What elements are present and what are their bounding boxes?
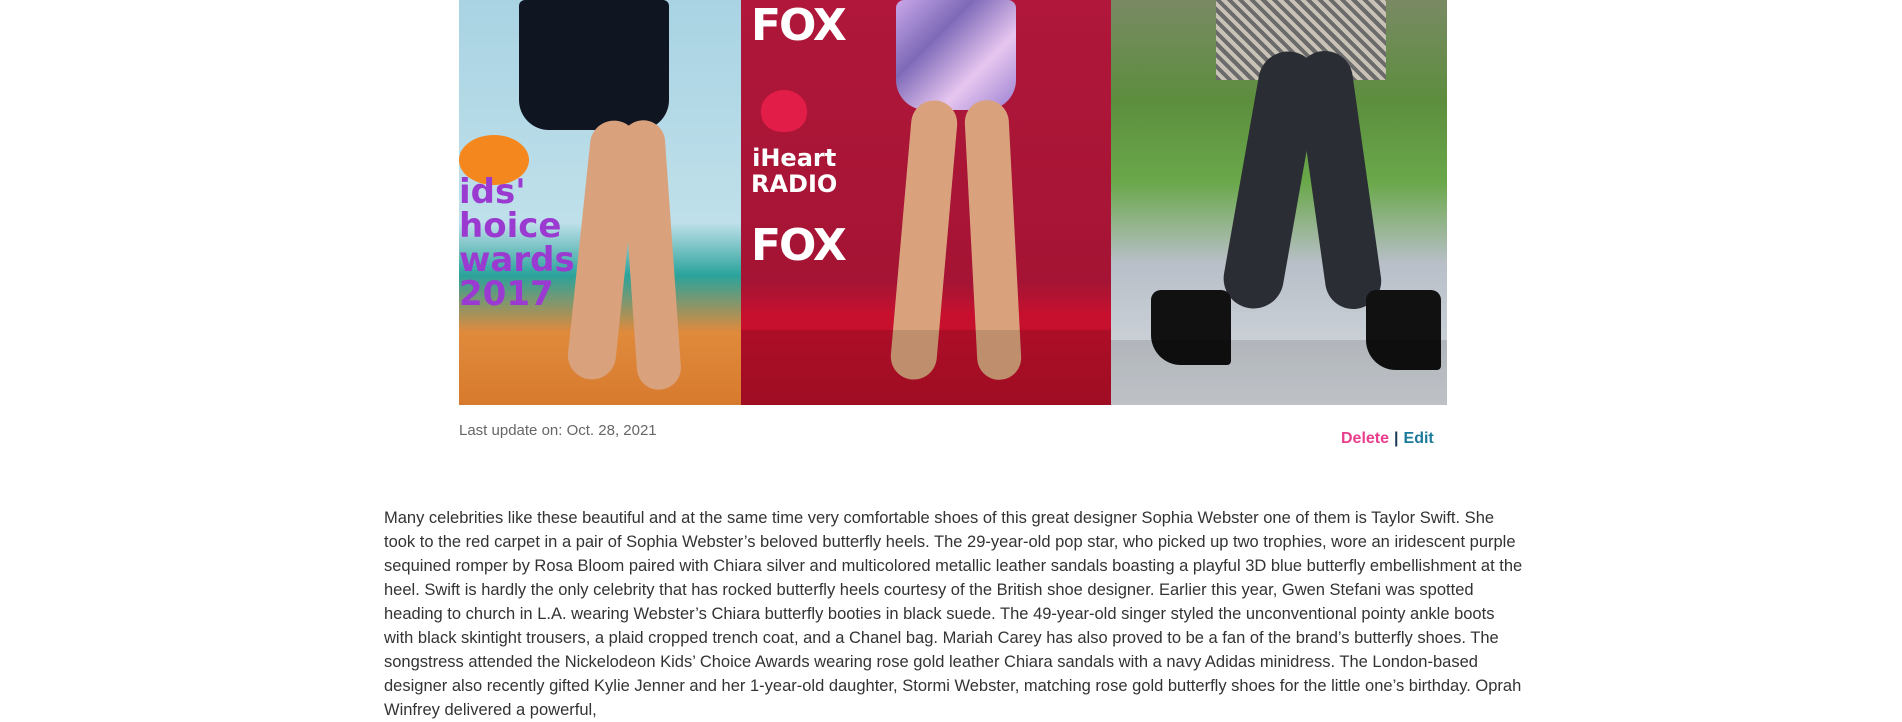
edit-link[interactable]: Edit (1404, 430, 1434, 447)
kca-logo-text: ids' hoice wards 2017 (459, 172, 575, 314)
fox-logo-text: FOX (751, 0, 847, 51)
photo-panel-iheart-radio: FOX iHeart RADIO FOX (741, 0, 1111, 405)
sequin-romper-shape (896, 0, 1016, 110)
last-update: Last update on: Oct. 28, 2021 (459, 422, 657, 439)
sidewalk-shadow-shape (1111, 340, 1447, 405)
action-separator: | (1394, 430, 1399, 447)
trouser-leg-shape (1293, 47, 1385, 313)
article-photo-collage: ids' hoice wards 2017 FOX iHeart RADIO F… (459, 0, 1447, 405)
red-carpet-shape (741, 330, 1111, 405)
fox-logo-text-2: FOX (751, 220, 847, 271)
dress-shape (519, 0, 669, 130)
iheart-logo-text: iHeart RADIO (751, 144, 838, 198)
delete-link[interactable]: Delete (1341, 430, 1389, 447)
post-actions: Delete | Edit (1341, 430, 1434, 448)
last-update-date: Oct. 28, 2021 (566, 422, 657, 439)
article-body: Many celebrities like these beautiful an… (384, 509, 1523, 719)
page: ids' hoice wards 2017 FOX iHeart RADIO F… (0, 0, 1902, 719)
photo-panel-street (1111, 0, 1447, 405)
leg-shape (619, 118, 683, 392)
last-update-label: Last update on: (459, 422, 563, 439)
photo-panel-kids-choice: ids' hoice wards 2017 (459, 0, 741, 405)
heart-icon (761, 90, 807, 132)
